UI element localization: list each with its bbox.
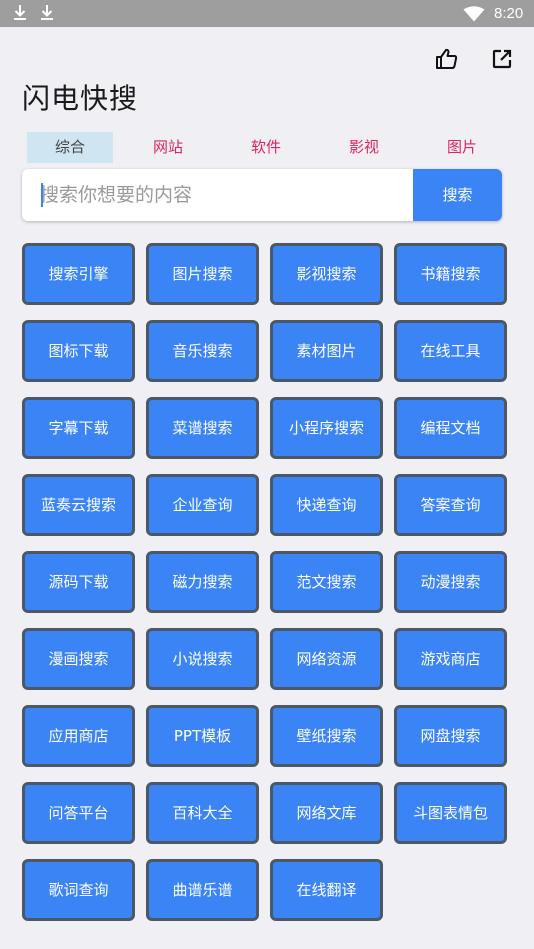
category-button[interactable]: 书籍搜索 xyxy=(394,243,507,305)
page-title: 闪电快搜 xyxy=(22,82,139,115)
category-button[interactable]: 小程序搜索 xyxy=(270,397,383,459)
category-button[interactable]: 曲谱乐谱 xyxy=(146,859,259,921)
category-button[interactable]: 应用商店 xyxy=(22,705,135,767)
category-button[interactable]: 企业查询 xyxy=(146,474,259,536)
tab-videos[interactable]: 影视 xyxy=(321,132,407,163)
download-icon xyxy=(41,5,53,20)
category-button[interactable]: 素材图片 xyxy=(270,320,383,382)
tab-software[interactable]: 软件 xyxy=(223,132,309,163)
category-button[interactable]: 在线翻译 xyxy=(270,859,383,921)
search-input[interactable] xyxy=(22,169,413,221)
tab-comprehensive[interactable]: 综合 xyxy=(27,132,113,163)
category-button[interactable]: 源码下载 xyxy=(22,551,135,613)
category-button[interactable]: 答案查询 xyxy=(394,474,507,536)
category-button[interactable]: 蓝奏云搜索 xyxy=(22,474,135,536)
category-button[interactable]: 动漫搜索 xyxy=(394,551,507,613)
text-caret xyxy=(41,183,43,207)
tab-websites[interactable]: 网站 xyxy=(125,132,211,163)
category-button[interactable]: 搜索引擎 xyxy=(22,243,135,305)
search-button[interactable]: 搜索 xyxy=(413,169,502,221)
thumb-up-icon[interactable] xyxy=(435,47,459,71)
category-button[interactable]: 影视搜索 xyxy=(270,243,383,305)
category-button[interactable]: 字幕下载 xyxy=(22,397,135,459)
wifi-icon xyxy=(463,6,485,22)
category-button[interactable]: 编程文档 xyxy=(394,397,507,459)
category-button[interactable]: PPT模板 xyxy=(146,705,259,767)
category-button[interactable]: 图片搜索 xyxy=(146,243,259,305)
category-button[interactable]: 快递查询 xyxy=(270,474,383,536)
open-external-icon[interactable] xyxy=(490,47,514,71)
category-button[interactable]: 音乐搜索 xyxy=(146,320,259,382)
category-button[interactable]: 小说搜索 xyxy=(146,628,259,690)
category-button[interactable]: 图标下载 xyxy=(22,320,135,382)
category-button[interactable]: 歌词查询 xyxy=(22,859,135,921)
status-bar: 8:20 xyxy=(0,0,534,27)
category-button[interactable]: 网络资源 xyxy=(270,628,383,690)
category-button[interactable]: 斗图表情包 xyxy=(394,782,507,844)
download-icon xyxy=(14,5,26,20)
tab-images[interactable]: 图片 xyxy=(419,132,505,163)
category-button[interactable]: 在线工具 xyxy=(394,320,507,382)
category-button[interactable]: 网络文库 xyxy=(270,782,383,844)
category-tabs: 综合 网站 软件 影视 图片 xyxy=(22,132,512,163)
category-button[interactable]: 游戏商店 xyxy=(394,628,507,690)
category-button[interactable]: 菜谱搜索 xyxy=(146,397,259,459)
search-box: 搜索 xyxy=(22,169,502,221)
category-button[interactable]: 磁力搜索 xyxy=(146,551,259,613)
category-button[interactable]: 问答平台 xyxy=(22,782,135,844)
category-button[interactable]: 百科大全 xyxy=(146,782,259,844)
category-button[interactable]: 范文搜索 xyxy=(270,551,383,613)
status-time: 8:20 xyxy=(494,5,524,22)
category-button[interactable]: 漫画搜索 xyxy=(22,628,135,690)
category-button[interactable]: 网盘搜索 xyxy=(394,705,507,767)
category-button[interactable]: 壁纸搜索 xyxy=(270,705,383,767)
